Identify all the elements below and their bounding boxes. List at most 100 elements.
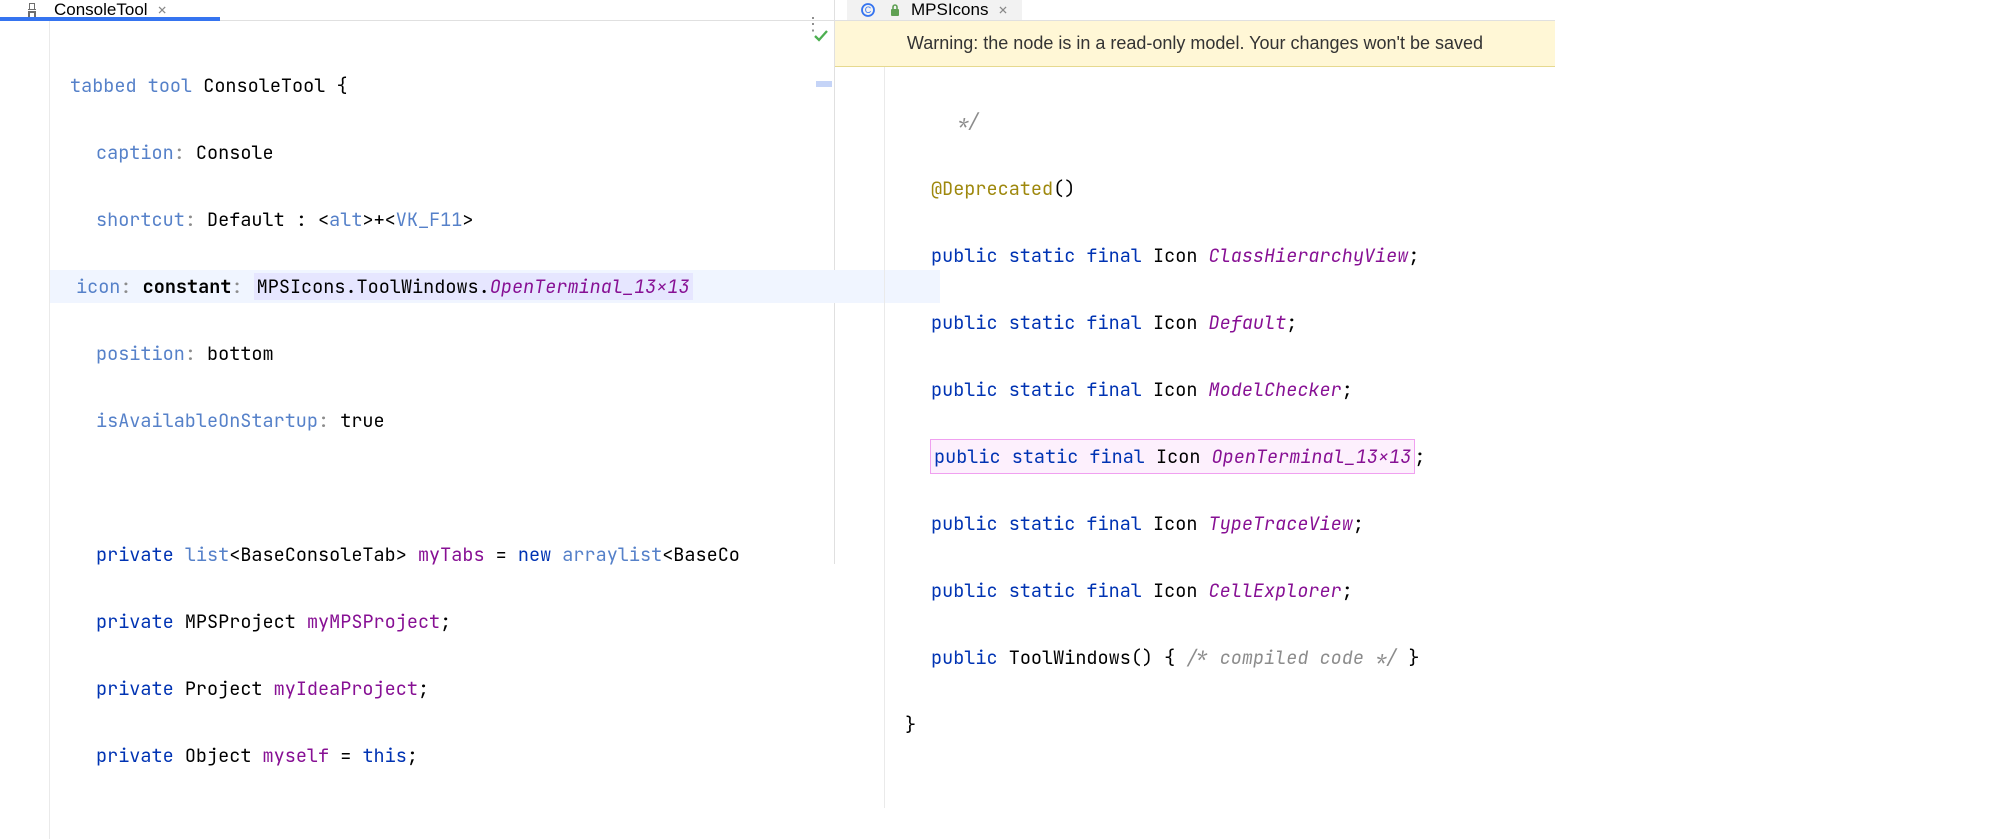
punct: ; [440, 609, 451, 634]
val: bottom [207, 341, 274, 366]
val: Default [207, 207, 285, 232]
kw: arraylist [562, 542, 662, 567]
scrollbar[interactable] [820, 21, 834, 839]
type: Project [185, 676, 263, 701]
kw: public static final [931, 578, 1142, 603]
punct: > [462, 207, 473, 232]
val: true [340, 408, 384, 433]
tab-mpsicons[interactable]: C MPSIcons ✕ [847, 0, 1022, 20]
kw: this [362, 743, 406, 768]
punct: ; [1408, 243, 1419, 268]
scope: MPSIcons.ToolWindows. [257, 274, 490, 299]
field: myIdeaProject [274, 676, 418, 701]
left-pane: ConsoleTool ✕ ⋮ tabbed tool ConsoleTool … [0, 0, 835, 564]
ref: OpenTerminal_13x13 [490, 274, 690, 299]
op: = [329, 743, 362, 768]
kw: tool [148, 73, 192, 98]
kw: private [96, 542, 174, 567]
kw: shortcut [96, 207, 185, 232]
kw: private [96, 676, 174, 701]
type: Icon [1153, 377, 1197, 402]
punct: { [1153, 645, 1186, 670]
kw: public static final [931, 377, 1142, 402]
punct: : [285, 207, 318, 232]
kw: VK_F11 [396, 207, 463, 232]
brace: } [905, 712, 916, 737]
kw: public static final [931, 310, 1142, 335]
kw: icon [76, 274, 120, 299]
punct: < [229, 542, 240, 567]
kw: alt [329, 207, 362, 232]
check-icon [812, 27, 830, 51]
kw: caption [96, 140, 174, 165]
right-editor[interactable]: */ @Deprecated() public static final Ico… [835, 67, 1555, 808]
svg-text:C: C [865, 5, 872, 15]
punct: < [318, 207, 329, 232]
punct: >+< [362, 207, 395, 232]
type: MPSProject [185, 609, 296, 634]
kw: public static final [934, 444, 1145, 469]
kw: public static final [931, 243, 1142, 268]
op: = [485, 542, 518, 567]
code-area[interactable]: */ @Deprecated() public static final Ico… [885, 67, 1425, 808]
type: Icon [1153, 511, 1197, 536]
punct: () [1053, 176, 1075, 201]
type: Icon [1153, 243, 1197, 268]
punct: ; [407, 743, 418, 768]
type: Icon [1153, 578, 1197, 603]
field: myself [263, 743, 330, 768]
type-name: ConsoleTool [203, 73, 325, 98]
brace: { [325, 73, 347, 98]
tab-label: MPSIcons [911, 0, 988, 20]
type: Object [185, 743, 252, 768]
close-icon[interactable]: ✕ [998, 0, 1007, 20]
punct: > [396, 542, 407, 567]
kw: new [518, 542, 551, 567]
kw: position [96, 341, 185, 366]
type: Icon [1153, 310, 1197, 335]
class-icon: C [861, 1, 879, 19]
val: Console [196, 140, 274, 165]
kw: public [931, 645, 998, 670]
field: myMPSProject [307, 609, 440, 634]
method: ToolWindows [1009, 645, 1131, 670]
right-pane: C MPSIcons ✕ Warning: the node is in a r… [835, 0, 1555, 564]
type: Icon [1156, 444, 1200, 469]
field: CellExplorer [1209, 578, 1342, 603]
annotation: @Deprecated [931, 176, 1053, 201]
kw: isAvailableOnStartup [96, 408, 318, 433]
code-area[interactable]: tabbed tool ConsoleTool { caption: Conso… [50, 21, 740, 839]
field: myTabs [418, 542, 485, 567]
highlighted-declaration[interactable]: public static final Icon OpenTerminal_13… [931, 440, 1414, 474]
field: ClassHierarchyView [1209, 243, 1409, 268]
left-editor[interactable]: tabbed tool ConsoleTool { caption: Conso… [0, 21, 834, 839]
kw: constant [143, 274, 232, 299]
editor-split: ConsoleTool ✕ ⋮ tabbed tool ConsoleTool … [0, 0, 2010, 564]
kw: tabbed [70, 73, 137, 98]
field: OpenTerminal_13x13 [1212, 444, 1412, 469]
comment: /* compiled code */ [1186, 645, 1397, 670]
punct: ; [1342, 578, 1353, 603]
highlighted-line: icon: constant: MPSIcons.ToolWindows.Ope… [50, 270, 940, 304]
punct: ; [1414, 444, 1425, 469]
right-tab-bar: C MPSIcons ✕ [835, 0, 1555, 21]
punct: ; [418, 676, 429, 701]
selected-reference[interactable]: MPSIcons.ToolWindows.OpenTerminal_13x13 [254, 273, 693, 300]
punct: ; [1286, 310, 1297, 335]
punct: ; [1342, 377, 1353, 402]
kw: list [185, 542, 229, 567]
marker[interactable] [816, 81, 832, 87]
readonly-warning: Warning: the node is in a read-only mode… [835, 21, 1555, 67]
type: <BaseCo [662, 542, 740, 567]
left-tab-bar: ConsoleTool ✕ ⋮ [0, 0, 834, 21]
gutter [835, 67, 885, 808]
punct: () [1131, 645, 1153, 670]
type: BaseConsoleTab [240, 542, 395, 567]
gutter [0, 21, 50, 839]
kw: private [96, 609, 174, 634]
comment: */ [957, 109, 979, 134]
field: ModelChecker [1209, 377, 1342, 402]
kw: private [96, 743, 174, 768]
punct: } [1397, 645, 1419, 670]
field: TypeTraceView [1209, 511, 1353, 536]
